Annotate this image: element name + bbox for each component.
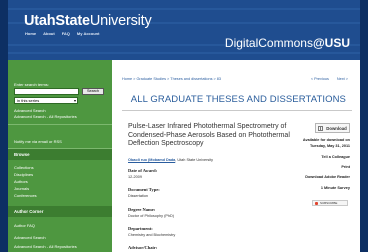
browse-journals[interactable]: Journals bbox=[14, 186, 29, 191]
author-corner-heading-bar: Author Corner bbox=[8, 206, 112, 217]
browse-conferences[interactable]: Conferences bbox=[14, 193, 37, 198]
search-input[interactable] bbox=[14, 88, 79, 95]
browse-authors[interactable]: Authors bbox=[14, 179, 28, 184]
series-banner[interactable]: ALL GRADUATE THESES AND DISSERTATIONS bbox=[131, 94, 346, 105]
department-value: Chemistry and Biochemistry bbox=[128, 233, 176, 237]
search-scope-select[interactable]: in this series ▾ bbox=[14, 97, 78, 104]
author-line: Obaoli ruo (Mobamd Dada, Utah State Univ… bbox=[128, 158, 213, 162]
usu-logo[interactable]: UtahStateUniversity bbox=[24, 13, 152, 29]
search-label: Enter search terms: bbox=[14, 82, 49, 87]
previous-link[interactable]: < Previous bbox=[311, 77, 329, 81]
department-label: Department: bbox=[128, 226, 153, 231]
chevron-down-icon: ▾ bbox=[73, 98, 76, 103]
main-content: Home > Graduate Studies > Theses and dis… bbox=[112, 60, 360, 252]
search-scope-value: in this series bbox=[17, 98, 40, 103]
nav-faq[interactable]: FAQ bbox=[62, 31, 70, 36]
nav-my-account[interactable]: My Account bbox=[77, 31, 100, 36]
digitalcommons-brand[interactable]: DigitalCommons@USU bbox=[225, 36, 350, 50]
degree-name-value: Doctor of Philosophy (PhD) bbox=[128, 214, 175, 218]
print-link[interactable]: Print bbox=[341, 165, 350, 169]
share-icon bbox=[315, 201, 318, 205]
divider bbox=[122, 110, 352, 111]
availability-date: Tuesday, May 31, 2011 bbox=[310, 144, 350, 148]
browse-disciplines[interactable]: Disciplines bbox=[14, 172, 33, 177]
page-title: Pulse-Laser Infrared Photothermal Spectr… bbox=[128, 123, 290, 147]
author-affiliation: , Utah State University bbox=[175, 158, 214, 162]
author-corner-heading: Author Corner bbox=[14, 209, 44, 214]
top-nav: Home About FAQ My Account bbox=[25, 31, 99, 36]
subscribe-label: SUBSCRIBE bbox=[320, 201, 338, 205]
author-faq-link[interactable]: Author FAQ bbox=[14, 223, 35, 228]
survey-link[interactable]: 1 Minute Survey bbox=[321, 186, 350, 190]
download-label: Download bbox=[326, 125, 347, 131]
browse-collections[interactable]: Collections bbox=[14, 165, 34, 170]
author-advanced-search-all-link[interactable]: Advanced Search - All Repositories bbox=[14, 244, 77, 249]
search-button[interactable]: Search bbox=[82, 88, 104, 95]
subscribe-widget[interactable]: SUBSCRIBE bbox=[312, 200, 348, 206]
nav-about[interactable]: About bbox=[43, 31, 55, 36]
site-header: UtahStateUniversity Home About FAQ My Ac… bbox=[8, 0, 360, 60]
logo-bold: UtahState bbox=[24, 13, 90, 29]
advanced-search-link[interactable]: Advanced Search bbox=[14, 108, 46, 113]
sidebar: Enter search terms: Search in this serie… bbox=[8, 60, 112, 252]
document-type-label: Document Type: bbox=[128, 187, 160, 192]
browse-heading-bar: Browse bbox=[8, 149, 112, 160]
author-advanced-search-link[interactable]: Advanced Search bbox=[14, 235, 46, 240]
pager: < Previous Next > bbox=[311, 77, 348, 81]
adobe-reader-link[interactable]: Download Adobe Reader bbox=[305, 175, 350, 179]
logo-regular: University bbox=[89, 13, 152, 29]
tell-colleague-link[interactable]: Tell a Colleague bbox=[321, 155, 350, 159]
page: UtahStateUniversity Home About FAQ My Ac… bbox=[8, 0, 360, 252]
author-link[interactable]: Obaoli ruo (Mobamd Dada bbox=[128, 158, 175, 162]
breadcrumb[interactable]: Home > Graduate Studies > Theses and dis… bbox=[122, 77, 221, 81]
document-type-value: Dissertation bbox=[128, 194, 149, 198]
availability-label: Available for download on bbox=[302, 138, 350, 142]
advisor-label: Advisor/Chair: bbox=[128, 245, 158, 250]
date-of-award-value: 12-2009 bbox=[128, 175, 142, 179]
advanced-search-all-link[interactable]: Advanced Search - All Repositories bbox=[14, 114, 77, 119]
download-button[interactable]: Download bbox=[315, 123, 350, 133]
brand-regular: DigitalCommons bbox=[224, 36, 313, 50]
download-icon bbox=[318, 125, 324, 131]
date-of-award-label: Date of Award: bbox=[128, 168, 158, 173]
divider bbox=[8, 124, 112, 125]
next-link[interactable]: Next > bbox=[337, 77, 348, 81]
nav-home[interactable]: Home bbox=[25, 31, 36, 36]
browse-heading: Browse bbox=[14, 152, 30, 157]
notify-link[interactable]: Notify me via email or RSS bbox=[14, 139, 62, 144]
brand-bold: @USU bbox=[312, 36, 350, 50]
degree-name-label: Degree Name: bbox=[128, 207, 156, 212]
